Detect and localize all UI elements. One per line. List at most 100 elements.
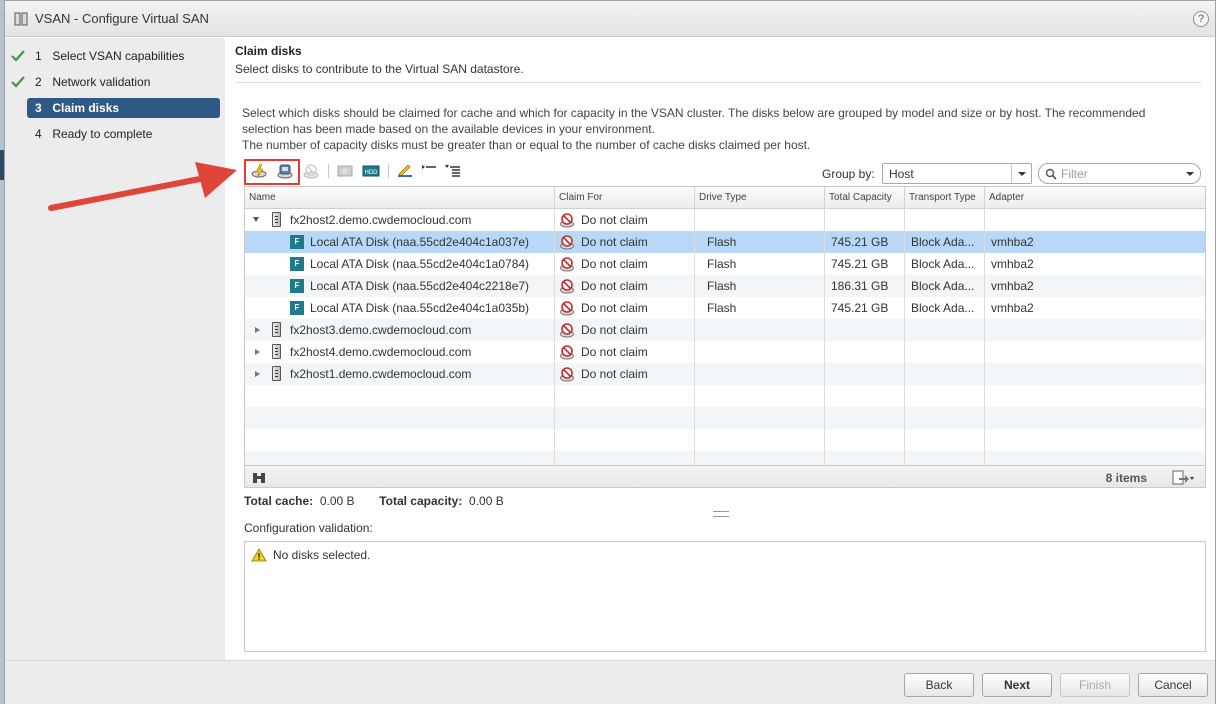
search-icon [1045, 168, 1057, 180]
row-claim-for[interactable]: Do not claim [581, 231, 691, 253]
step-label: Ready to complete [52, 127, 153, 141]
validation-panel: No disks selected. [244, 541, 1206, 652]
column-header-drive-type[interactable]: Drive Type [695, 187, 825, 209]
toolbar-separator [328, 164, 329, 178]
row-drive-type: Flash [707, 257, 737, 271]
step-number: 2 [35, 75, 42, 89]
divider [235, 82, 1201, 83]
step-label: Claim disks [52, 101, 120, 115]
hdd-mark-icon[interactable]: HDD [362, 162, 380, 180]
dialog-title: VSAN - Configure Virtual SAN [35, 11, 209, 26]
row-claim-for[interactable]: Do not claim [581, 297, 691, 319]
step-network-validation[interactable]: 2 Network validation [11, 72, 220, 92]
row-transport-type [911, 209, 983, 231]
row-transport-type: Block Ada... [911, 235, 975, 249]
row-adapter: vmhba2 [991, 257, 1034, 271]
row-drive-type [707, 319, 822, 341]
row-name: Local ATA Disk (naa.55cd2e404c1a035b) [310, 301, 530, 315]
row-claim-for[interactable]: Do not claim [581, 319, 691, 341]
chevron-down-icon[interactable] [1011, 164, 1031, 183]
total-cache-value: 0.00 B [319, 494, 355, 508]
row-adapter: vmhba2 [991, 301, 1034, 315]
binoculars-icon[interactable] [251, 470, 267, 486]
row-drive-type: Flash [707, 279, 737, 293]
do-not-claim-icon [559, 256, 575, 272]
table-row[interactable]: F Local ATA Disk (naa.55cd2e404c1a035b) Do… [245, 297, 1205, 319]
group-by-select[interactable]: Host [882, 163, 1032, 184]
do-not-claim-icon [559, 212, 575, 228]
empty-row [245, 429, 1205, 451]
row-adapter: vmhba2 [991, 279, 1034, 293]
step-number: 1 [35, 49, 42, 63]
table-row[interactable]: fx2host3.demo.cwdemocloud.com Do not clai… [245, 319, 1205, 341]
table-row[interactable]: F Local ATA Disk (naa.55cd2e404c2218e7) Do… [245, 275, 1205, 297]
page-subtitle: Select disks to contribute to the Virtua… [235, 62, 524, 76]
column-header-adapter[interactable]: Adapter [985, 187, 1205, 209]
column-divider [694, 209, 695, 465]
step-number: 4 [35, 127, 42, 141]
do-not-claim-icon [559, 344, 575, 360]
expand-right-icon[interactable] [255, 371, 260, 377]
row-name: Local ATA Disk (naa.55cd2e404c1a0784) [310, 257, 530, 271]
row-drive-type: Flash [707, 301, 737, 315]
filter-input[interactable]: Filter [1038, 163, 1201, 184]
row-name: Local ATA Disk (naa.55cd2e404c2218e7) [310, 279, 530, 293]
row-drive-type [707, 341, 822, 363]
row-claim-for[interactable]: Do not claim [581, 341, 691, 363]
expand-right-icon[interactable] [255, 327, 260, 333]
column-header-claim-for[interactable]: Claim For [555, 187, 695, 209]
chevron-down-icon[interactable] [1186, 172, 1194, 176]
row-name: fx2host2.demo.cwdemocloud.com [290, 213, 472, 227]
help-button[interactable]: ? [1193, 11, 1209, 27]
back-button[interactable]: Back [904, 673, 974, 697]
step-ready-to-complete[interactable]: 4 Ready to complete [27, 124, 220, 144]
row-total-capacity: 186.31 GB [831, 279, 889, 293]
collapse-all-icon[interactable] [420, 162, 438, 180]
annotation-arrow [48, 162, 237, 211]
row-total-capacity [831, 319, 903, 341]
cancel-button[interactable]: Cancel [1138, 673, 1208, 697]
next-button[interactable]: Next [982, 673, 1052, 697]
empty-row [245, 407, 1205, 429]
do-not-claim-icon [559, 300, 575, 316]
table-row[interactable]: fx2host4.demo.cwdemocloud.com Do not clai… [245, 341, 1205, 363]
expand-all-icon[interactable] [444, 162, 462, 180]
flash-mark-icon[interactable]: F [336, 162, 354, 180]
instruction-line: The number of capacity disks must be gre… [242, 138, 811, 152]
table-row[interactable]: F Local ATA Disk (naa.55cd2e404c1a0784) Do… [245, 253, 1205, 275]
row-total-capacity [831, 363, 903, 385]
row-claim-for[interactable]: Do not claim [581, 209, 691, 231]
claim-capacity-icon[interactable] [276, 162, 294, 180]
step-select-capabilities[interactable]: 1 Select VSAN capabilities [11, 46, 220, 66]
export-icon[interactable] [1171, 470, 1195, 486]
row-name: fx2host3.demo.cwdemocloud.com [290, 323, 472, 337]
table-row[interactable]: fx2host1.demo.cwdemocloud.com Do not clai… [245, 363, 1205, 385]
row-claim-for[interactable]: Do not claim [581, 253, 691, 275]
filter-placeholder: Filter [1061, 167, 1088, 181]
finish-button: Finish [1060, 673, 1130, 697]
validation-message: No disks selected. [273, 548, 371, 562]
row-transport-type [911, 319, 983, 341]
flash-disk-icon: F [290, 279, 304, 293]
row-adapter: vmhba2 [991, 235, 1034, 249]
table-row[interactable]: fx2host2.demo.cwdemocloud.com Do not clai… [245, 209, 1205, 231]
step-claim-disks[interactable]: 3 Claim disks [27, 98, 220, 118]
disk-toolbar: F HDD [242, 159, 542, 185]
column-header-name[interactable]: Name [245, 187, 555, 209]
edit-icon[interactable] [396, 162, 414, 180]
claim-cache-icon[interactable] [250, 162, 268, 180]
do-not-claim-icon [559, 278, 575, 294]
expand-right-icon[interactable] [255, 349, 260, 355]
row-claim-for[interactable]: Do not claim [581, 275, 691, 297]
row-claim-for[interactable]: Do not claim [581, 363, 691, 385]
table-row[interactable]: F Local ATA Disk (naa.55cd2e404c1a037e) Do… [245, 231, 1205, 253]
expand-down-icon[interactable] [253, 217, 259, 222]
do-not-claim-icon[interactable] [302, 162, 320, 180]
splitter-handle[interactable] [713, 511, 729, 517]
row-transport-type [911, 341, 983, 363]
host-icon [272, 344, 281, 359]
step-label: Select VSAN capabilities [52, 49, 185, 63]
total-capacity-value: 0.00 B [469, 494, 504, 508]
column-header-total-capacity[interactable]: Total Capacity [825, 187, 905, 209]
column-header-transport-type[interactable]: Transport Type [905, 187, 985, 209]
